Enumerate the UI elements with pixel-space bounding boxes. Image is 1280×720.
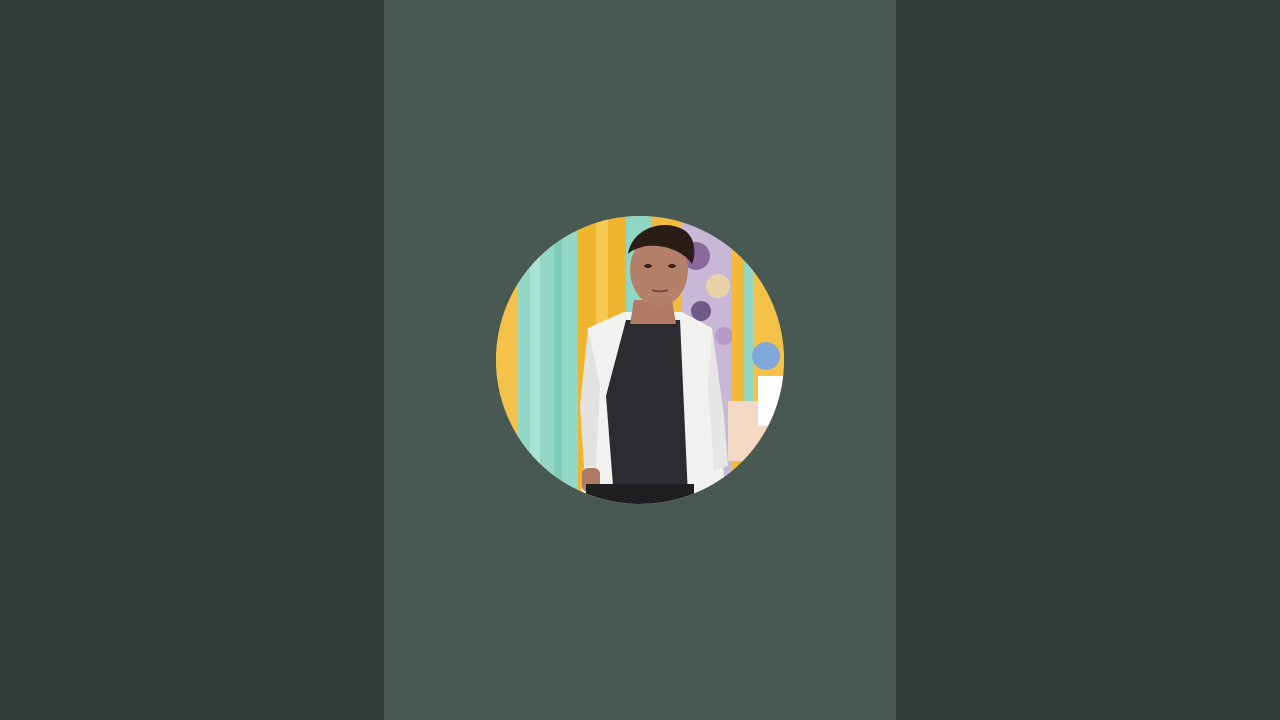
right-letterbox (896, 0, 1280, 720)
profile-photo-icon (496, 216, 784, 504)
left-letterbox (0, 0, 384, 720)
video-frame (0, 0, 1280, 720)
center-panel (384, 0, 896, 720)
channel-avatar (496, 216, 784, 504)
